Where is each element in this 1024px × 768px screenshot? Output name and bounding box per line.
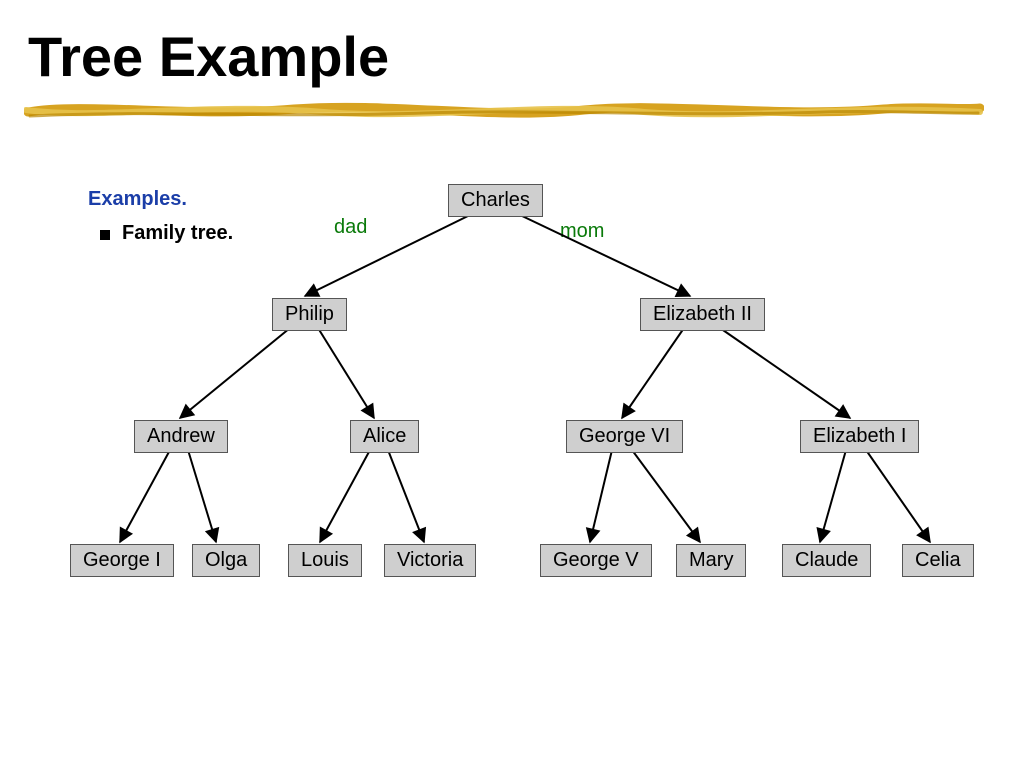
node-claude: Claude: [782, 544, 871, 577]
node-elizabeth-i: Elizabeth I: [800, 420, 919, 453]
node-george-vi: George VI: [566, 420, 683, 453]
node-victoria: Victoria: [384, 544, 476, 577]
bullet-icon: [100, 230, 110, 240]
edge-label-mom: mom: [560, 220, 604, 243]
node-alice: Alice: [350, 420, 419, 453]
node-andrew: Andrew: [134, 420, 228, 453]
examples-heading: Examples.: [88, 188, 187, 211]
node-philip: Philip: [272, 298, 347, 331]
node-charles: Charles: [448, 184, 543, 217]
title-underline-icon: [24, 96, 984, 124]
node-mary: Mary: [676, 544, 746, 577]
node-elizabeth-ii: Elizabeth II: [640, 298, 765, 331]
bullet-family-tree: Family tree.: [122, 222, 233, 245]
node-george-v: George V: [540, 544, 652, 577]
node-george-i: George I: [70, 544, 174, 577]
node-olga: Olga: [192, 544, 260, 577]
slide: Tree Example Examples. Family tree. dad …: [0, 0, 1024, 768]
node-louis: Louis: [288, 544, 362, 577]
edge-label-dad: dad: [334, 216, 367, 239]
slide-title: Tree Example: [28, 24, 389, 89]
node-celia: Celia: [902, 544, 974, 577]
